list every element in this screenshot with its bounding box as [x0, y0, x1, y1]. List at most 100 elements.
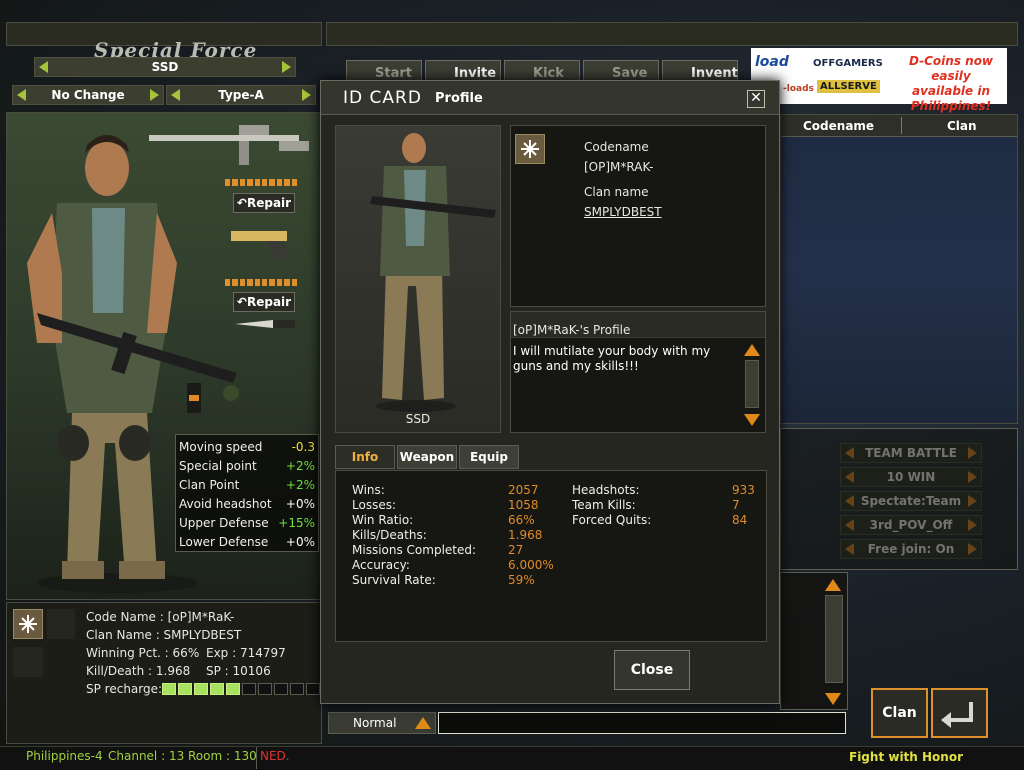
sp-segment	[306, 683, 320, 695]
stat-label: Survival Rate:	[352, 573, 436, 587]
sp-segment	[274, 683, 288, 695]
scroll-track[interactable]	[745, 360, 759, 408]
close-button[interactable]: Close	[614, 650, 690, 690]
dialog-title-bar: ID CARD Profile ✕	[321, 81, 779, 115]
sp: SP : 10106	[206, 664, 271, 678]
save-label: Save	[612, 66, 648, 81]
dialog-title: ID CARD	[343, 88, 422, 108]
column-clan[interactable]: Clan	[947, 119, 977, 133]
exp: Exp : 714797	[206, 646, 286, 660]
tab-weapon[interactable]: Weapon	[397, 445, 457, 469]
player-list-header: Codename Clan	[781, 115, 1017, 137]
prev-arrow-icon[interactable]	[39, 61, 48, 73]
return-arrow-icon	[941, 702, 973, 728]
clan-button[interactable]: Clan	[871, 688, 928, 738]
stat-value: -0.3	[291, 440, 315, 454]
sp-segment	[178, 683, 192, 695]
player-list[interactable]: Codename Clan	[780, 114, 1018, 424]
pistol-icon[interactable]	[227, 225, 297, 265]
next-arrow-icon[interactable]	[302, 89, 311, 101]
sp-segment	[226, 683, 240, 695]
ad-side-text: -loads	[783, 84, 814, 94]
tab-equip[interactable]: Equip	[459, 445, 519, 469]
profile-scrollbar[interactable]	[741, 342, 763, 430]
stat-label: Losses:	[352, 498, 396, 512]
rank-star-icon	[19, 615, 37, 633]
clan-link[interactable]: SMPLYDBEST	[584, 205, 662, 219]
scroll-up-icon[interactable]	[744, 344, 760, 356]
scroll-down-icon[interactable]	[825, 693, 841, 705]
profile-box: [oP]M*RaK-'s Profile I will mutilate you…	[510, 311, 766, 433]
profile-title: [oP]M*RaK-'s Profile	[511, 312, 765, 338]
divider	[256, 747, 257, 769]
stat-row: Moving speed -0.3	[179, 438, 315, 457]
stat-row: Special point +2%	[179, 457, 315, 476]
ad-logo-allserve: ALLSERVE	[817, 80, 880, 93]
stat-value: 59%	[508, 573, 535, 587]
chat-scroll-panel	[780, 572, 848, 710]
advertisement-banner[interactable]: load OFFGAMERS ALLSERVE -loads D-Coins n…	[751, 48, 1007, 113]
repair-secondary-button[interactable]: ↶Repair	[233, 292, 295, 312]
close-icon[interactable]: ✕	[747, 90, 765, 108]
primary-rifle-icon[interactable]	[139, 121, 319, 171]
stat-label: Clan Point	[179, 478, 240, 492]
stat-value: +0%	[285, 535, 315, 549]
back-button[interactable]	[931, 688, 988, 738]
stat-label: Win Ratio:	[352, 513, 414, 527]
next-arrow-icon[interactable]	[150, 89, 159, 101]
stat-value: 933	[732, 483, 755, 497]
repair-primary-button[interactable]: ↶Repair	[233, 193, 295, 213]
type-selector[interactable]: Type-A	[166, 85, 316, 105]
room-number: Room : 130	[188, 749, 257, 763]
stat-label: Headshots:	[572, 483, 640, 497]
stat-label: Wins:	[352, 483, 385, 497]
stats-box: Moving speed -0.3 Special point +2% Clan Poi…	[175, 434, 319, 552]
winning-pct: Winning Pct. : 66%	[86, 646, 200, 660]
empty-slot	[13, 647, 43, 677]
sp-segment	[162, 683, 176, 695]
sp-segment	[290, 683, 304, 695]
next-arrow-icon[interactable]	[282, 61, 291, 73]
ad-promo-text: D-Coins now easily available in Philippi…	[908, 54, 994, 113]
stat-label: Moving speed	[179, 440, 263, 454]
codename-value: [OP]M*RAK-	[584, 160, 654, 174]
stat-value: 1.968	[508, 528, 543, 542]
portrait-figure	[370, 133, 496, 412]
stat-value: 2057	[508, 483, 539, 497]
tab-info[interactable]: Info	[335, 445, 395, 469]
scroll-down-icon[interactable]	[744, 414, 760, 426]
kick-label: Kick	[533, 66, 564, 81]
prev-arrow-icon[interactable]	[17, 89, 26, 101]
character-portrait: SSD	[335, 125, 501, 433]
prev-arrow-icon[interactable]	[171, 89, 180, 101]
stat-row: Clan Point +2%	[179, 476, 315, 495]
repair-icon: ↶	[236, 295, 247, 309]
sp-segment	[194, 683, 208, 695]
stat-label: Upper Defense	[179, 516, 269, 530]
stat-row: Upper Defense +15%	[179, 514, 315, 533]
grenade-icon[interactable]	[183, 377, 243, 417]
stat-label: Team Kills:	[572, 498, 636, 512]
camo-selector[interactable]: No Change	[12, 85, 164, 105]
repair-label: Repair	[246, 196, 292, 210]
chat-mode-value: Normal	[353, 716, 397, 730]
character-selector[interactable]: SSD	[34, 57, 296, 77]
chat-scrollbar[interactable]	[825, 595, 843, 683]
knife-icon[interactable]	[233, 317, 297, 331]
ad-logo-offgamers: OFFGAMERS	[813, 58, 883, 69]
stat-value: +2%	[285, 459, 315, 473]
sp-segment	[258, 683, 272, 695]
column-codename[interactable]: Codename	[803, 119, 874, 133]
chevron-up-icon	[415, 717, 431, 729]
chat-input[interactable]	[438, 712, 846, 734]
kill-death: Kill/Death : 1.968	[86, 664, 191, 678]
chat-mode-select[interactable]: Normal	[328, 712, 436, 734]
scroll-up-icon[interactable]	[825, 579, 841, 591]
ticker-text: NED.	[260, 749, 290, 763]
room-options-panel	[780, 428, 1018, 570]
dialog-subtitle: Profile	[435, 91, 483, 106]
stat-value: 84	[732, 513, 748, 527]
stat-label: Kills/Deaths:	[352, 528, 427, 542]
id-card-dialog: ID CARD Profile ✕ SSD Codename [OP]M*RAK…	[320, 80, 780, 704]
rank-star-icon	[521, 140, 539, 158]
